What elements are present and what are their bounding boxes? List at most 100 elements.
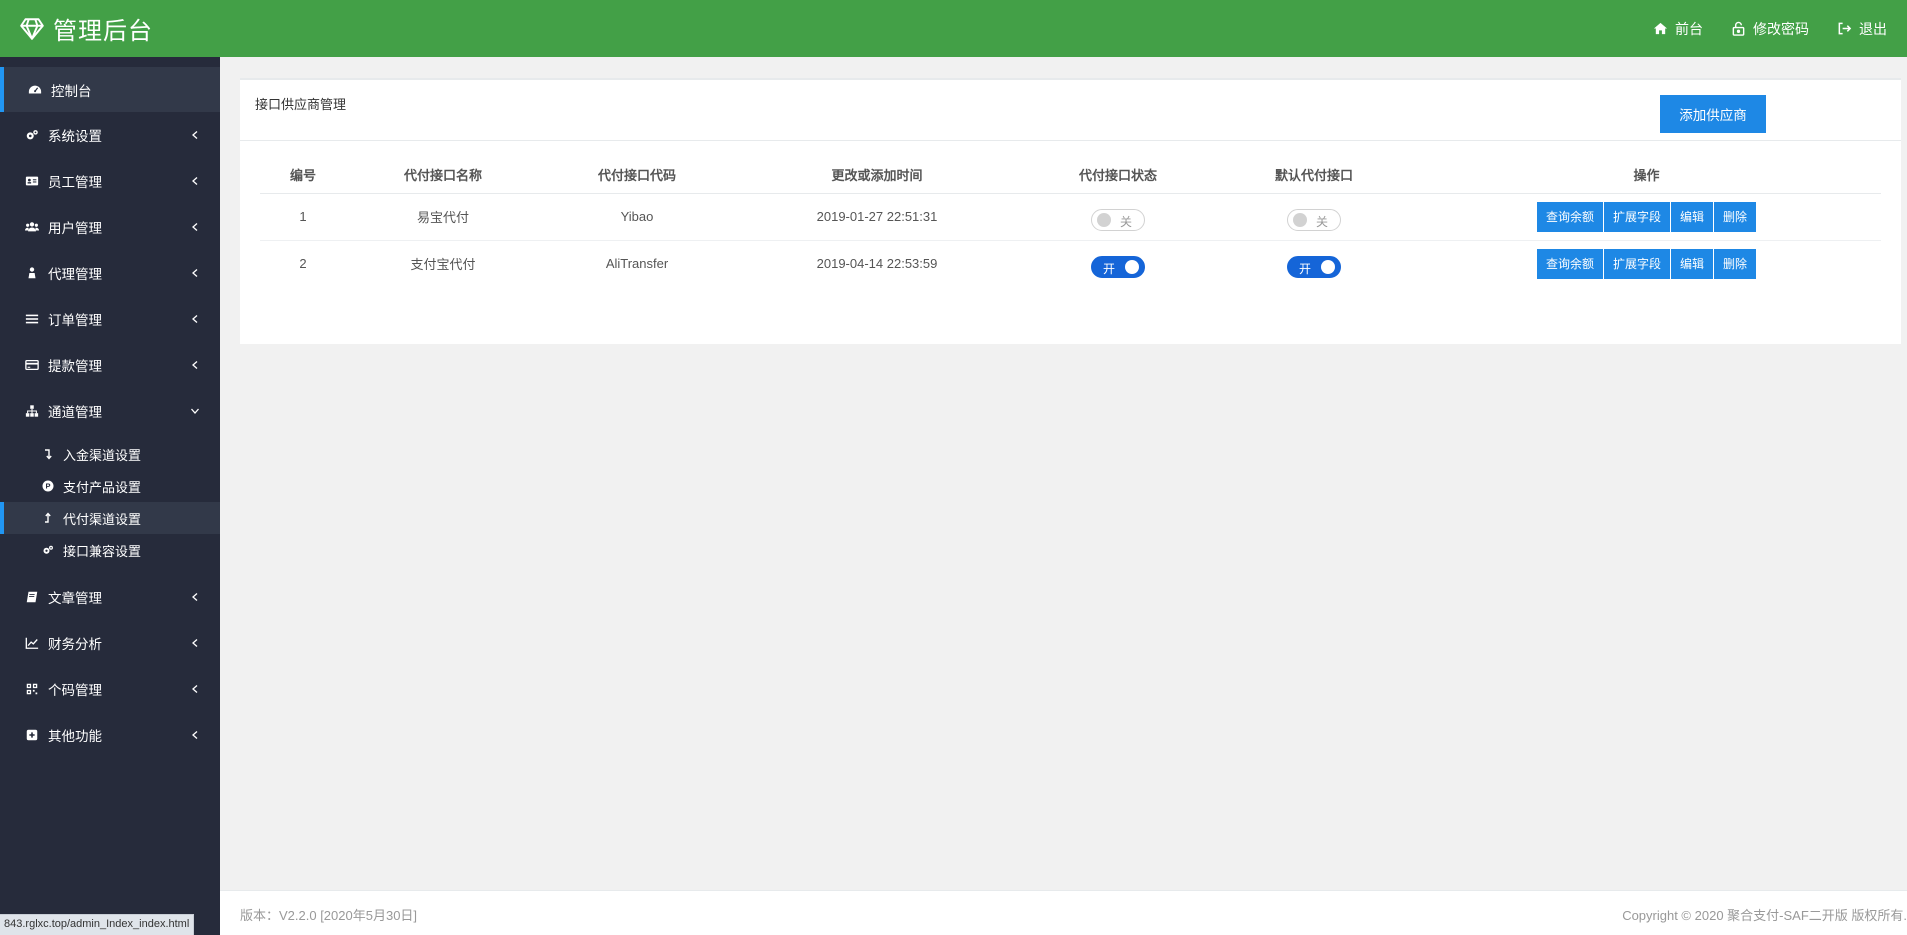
- sidebar-subitem-label: 代付渠道设置: [63, 511, 142, 527]
- top-header: 管理后台 前台 修改密码 退出: [0, 0, 1907, 57]
- column-header: 默认代付接口: [1216, 157, 1412, 194]
- header-link-label: 修改密码: [1753, 20, 1809, 37]
- chevron-left-icon: [190, 360, 200, 370]
- app-title: 管理后台: [53, 18, 153, 45]
- toggle-label: 关: [1316, 214, 1329, 229]
- dashboard-icon: [27, 82, 43, 98]
- sidebar-item-label: 代理管理: [48, 267, 102, 282]
- app-logo[interactable]: 管理后台: [0, 0, 153, 57]
- add-supplier-button[interactable]: 添加供应商: [1660, 95, 1766, 133]
- table-row: 1 易宝代付 Yibao 2019-01-27 22:51:31 关 关 查询余…: [260, 193, 1881, 241]
- toggle-label: 开: [1299, 261, 1312, 276]
- panel-title: 接口供应商管理: [255, 97, 347, 112]
- qrcode-icon: [24, 681, 40, 697]
- extend-fields-button[interactable]: 扩展字段: [1603, 201, 1671, 232]
- sidebar-item-other-functions[interactable]: 其他功能: [0, 712, 220, 758]
- sidebar-item-label: 个码管理: [48, 683, 102, 698]
- status-toggle[interactable]: 关: [1091, 208, 1145, 231]
- cell-id: 2: [299, 256, 307, 272]
- sidebar-item-personal-codes[interactable]: 个码管理: [0, 666, 220, 712]
- header-nav: 前台 修改密码 退出: [1653, 0, 1907, 57]
- edit-button[interactable]: 编辑: [1671, 201, 1715, 232]
- channels-submenu: 入金渠道设置 P 支付产品设置 代付渠道设置 接口兼容设置: [0, 434, 220, 574]
- column-header: 更改或添加时间: [734, 157, 1020, 194]
- extend-fields-button[interactable]: 扩展字段: [1603, 248, 1671, 279]
- sidebar-item-staff[interactable]: 员工管理: [0, 158, 220, 204]
- sidebar-item-system-settings[interactable]: 系统设置: [0, 112, 220, 158]
- cell-code: AliTransfer: [605, 256, 669, 272]
- cell-actions: 查询余额 扩展字段 编辑 删除: [1412, 240, 1881, 287]
- sidebar-item-label: 用户管理: [48, 221, 102, 236]
- agent-icon: [24, 265, 40, 281]
- cell-time: 2019-04-14 22:53:59: [816, 256, 938, 272]
- cell-code: Yibao: [540, 193, 734, 241]
- sidebar-item-orders[interactable]: 订单管理: [0, 296, 220, 342]
- chevron-left-icon: [190, 592, 200, 602]
- sidebar-item-label: 提款管理: [48, 359, 102, 374]
- sidebar-item-label: 员工管理: [48, 175, 102, 190]
- toggle-knob: [1097, 212, 1111, 227]
- table-header-row: 编号 代付接口名称 代付接口代码 更改或添加时间 代付接口状态 默认代付接口 操…: [260, 157, 1881, 194]
- diamond-icon: [20, 17, 44, 40]
- header-link-frontend[interactable]: 前台: [1653, 19, 1703, 39]
- users-icon: [24, 219, 40, 235]
- supplier-table: 编号 代付接口名称 代付接口代码 更改或添加时间 代付接口状态 默认代付接口 操…: [260, 157, 1881, 287]
- plus-square-icon: [24, 727, 40, 743]
- toggle-label: 关: [1120, 214, 1133, 229]
- sidebar-item-label: 其他功能: [48, 729, 102, 744]
- row-actions: 查询余额 扩展字段 编辑 删除: [1536, 201, 1757, 232]
- sidebar-item-agents[interactable]: 代理管理: [0, 250, 220, 296]
- divider: [240, 140, 1901, 141]
- delete-button[interactable]: 删除: [1714, 201, 1757, 232]
- toggle-knob: [1293, 212, 1307, 227]
- status-toggle[interactable]: 开: [1091, 255, 1145, 278]
- version-text: 版本：V2.2.0 [2020年5月30日]: [240, 908, 418, 923]
- chevron-left-icon: [190, 314, 200, 324]
- chevron-left-icon: [190, 130, 200, 140]
- sidebar-item-withdrawals[interactable]: 提款管理: [0, 342, 220, 388]
- column-header: 代付接口代码: [540, 157, 734, 194]
- sidebar-item-label: 控制台: [51, 83, 92, 99]
- main-content: 接口供应商管理 添加供应商 编号 代付接口名称 代付接口代码 更改或添加时间 代…: [220, 57, 1907, 890]
- header-link-change-password[interactable]: 修改密码: [1731, 19, 1809, 39]
- sidebar-subitem-payment-products[interactable]: P 支付产品设置: [0, 470, 220, 502]
- header-link-label: 前台: [1675, 20, 1703, 37]
- query-balance-button[interactable]: 查询余额: [1536, 248, 1604, 279]
- chevron-down-icon: [190, 406, 200, 416]
- sitemap-icon: [24, 403, 40, 419]
- sidebar-subitem-interface-compat[interactable]: 接口兼容设置: [0, 534, 220, 566]
- credit-card-icon: [24, 357, 40, 373]
- cell-status: 关: [1020, 193, 1216, 241]
- sidebar-item-users[interactable]: 用户管理: [0, 204, 220, 250]
- chevron-left-icon: [190, 638, 200, 648]
- list-icon: [24, 311, 40, 327]
- sidebar-item-finance[interactable]: 财务分析: [0, 620, 220, 666]
- home-icon: [1653, 22, 1668, 35]
- default-toggle[interactable]: 开: [1287, 255, 1341, 278]
- sidebar-item-channels[interactable]: 通道管理: [0, 388, 220, 434]
- header-link-logout[interactable]: 退出: [1837, 19, 1887, 39]
- cell-default: 关: [1216, 193, 1412, 241]
- sidebar-subitem-deposit-channels[interactable]: 入金渠道设置: [0, 438, 220, 470]
- delete-button[interactable]: 删除: [1714, 248, 1757, 279]
- product-icon: P: [40, 478, 56, 494]
- sidebar-subitem-label: 入金渠道设置: [63, 447, 142, 463]
- sidebar-item-label: 订单管理: [48, 313, 102, 328]
- book-icon: [24, 589, 40, 605]
- query-balance-button[interactable]: 查询余额: [1536, 201, 1604, 232]
- gears-icon: [24, 127, 40, 143]
- sidebar-item-dashboard[interactable]: 控制台: [0, 67, 220, 112]
- chevron-left-icon: [190, 268, 200, 278]
- table-row: 2 支付宝代付 AliTransfer 2019-04-14 22:53:59 …: [260, 240, 1881, 287]
- sidebar-item-articles[interactable]: 文章管理: [0, 574, 220, 620]
- lock-icon: [1732, 21, 1745, 36]
- sidebar-subitem-payout-channels[interactable]: 代付渠道设置: [0, 502, 220, 534]
- sidebar: 控制台 系统设置 员工管理 用户管理 代理管理 订单管理 提款管理 通道管理 入…: [0, 57, 220, 935]
- default-toggle[interactable]: 关: [1287, 208, 1341, 231]
- cell-status: 开: [1020, 240, 1216, 287]
- cell-time: 2019-01-27 22:51:31: [734, 193, 1020, 241]
- edit-button[interactable]: 编辑: [1671, 248, 1715, 279]
- column-header: 操作: [1412, 157, 1881, 194]
- cell-id: 1: [260, 193, 346, 241]
- sign-out-icon: [1838, 22, 1852, 35]
